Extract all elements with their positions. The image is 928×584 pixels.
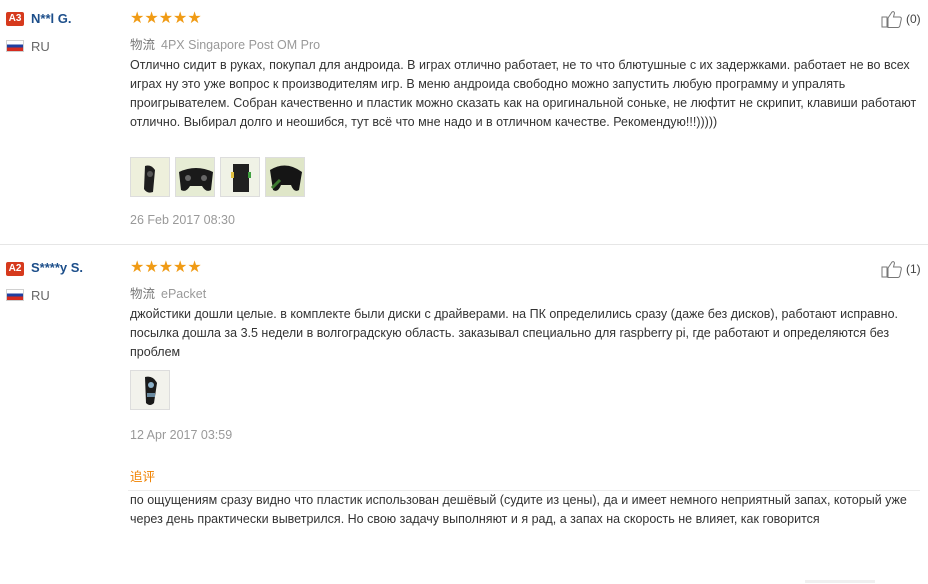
logistics-label: 物流 bbox=[130, 287, 156, 301]
helpful-count: (1) bbox=[906, 262, 921, 276]
review-date: 26 Feb 2017 08:30 bbox=[130, 213, 235, 227]
review-photos bbox=[130, 157, 305, 197]
review-photo-thumbnail[interactable] bbox=[265, 157, 305, 197]
review-text: джойстики дошли целые. в комплекте были … bbox=[130, 307, 898, 359]
helpful-vote[interactable]: (1) bbox=[881, 260, 921, 278]
review-item: A3 N**l G. RU ★★★★★ 物流 4PX Singapore Post… bbox=[0, 0, 928, 244]
followup-text: по ощущениям сразу видно что пластик исп… bbox=[130, 493, 907, 526]
review-photo-thumbnail[interactable] bbox=[130, 157, 170, 197]
logistics-label: 物流 bbox=[130, 38, 156, 52]
followup-label: 追评 bbox=[130, 470, 156, 484]
reviewer-country: RU bbox=[31, 39, 50, 54]
logistics-info: 物流 ePacket bbox=[130, 283, 206, 302]
review-photo-thumbnail[interactable] bbox=[220, 157, 260, 197]
logistics-method: 4PX Singapore Post OM Pro bbox=[161, 38, 321, 52]
star-rating: ★★★★★ bbox=[130, 259, 202, 276]
buyer-level-badge: A2 bbox=[6, 262, 24, 276]
review-item: A2 S****y S. RU ★★★★★ 物流 ePacket джойстик… bbox=[0, 245, 928, 584]
footer-edge bbox=[805, 580, 875, 583]
review-photos bbox=[130, 370, 170, 410]
helpful-count: (0) bbox=[906, 12, 921, 26]
star-rating: ★★★★★ bbox=[130, 10, 202, 27]
review-text: Отлично сидит в руках, покупал для андро… bbox=[130, 58, 917, 129]
thumbs-up-icon[interactable] bbox=[881, 260, 903, 278]
review-photo-thumbnail[interactable] bbox=[130, 370, 170, 410]
reviewer-name[interactable]: S****y S. bbox=[31, 260, 83, 275]
russia-flag-icon bbox=[6, 289, 24, 301]
buyer-level-badge: A3 bbox=[6, 12, 24, 26]
reviewer-name[interactable]: N**l G. bbox=[31, 11, 71, 26]
logistics-info: 物流 4PX Singapore Post OM Pro bbox=[130, 34, 320, 53]
russia-flag-icon bbox=[6, 40, 24, 52]
helpful-vote[interactable]: (0) bbox=[881, 10, 921, 28]
review-date: 12 Apr 2017 03:59 bbox=[130, 428, 233, 442]
thumbs-up-icon[interactable] bbox=[881, 10, 903, 28]
reviewer-country: RU bbox=[31, 288, 50, 303]
review-photo-thumbnail[interactable] bbox=[175, 157, 215, 197]
logistics-method: ePacket bbox=[161, 287, 207, 301]
